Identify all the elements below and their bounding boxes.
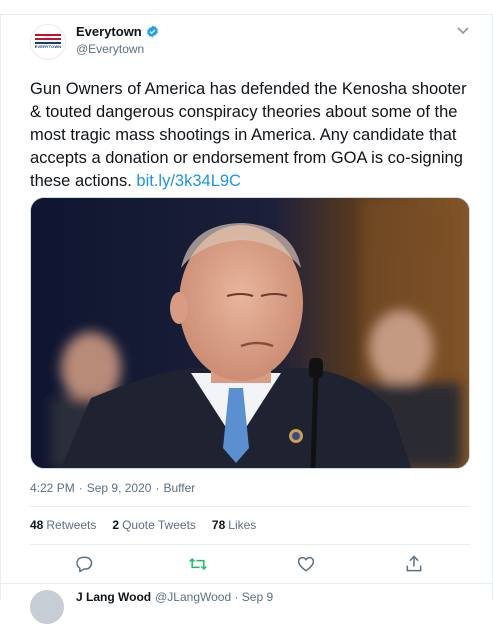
flag-logo-icon — [35, 34, 61, 44]
avatar[interactable]: EVERYTOWN — [30, 24, 66, 60]
tweet-photo[interactable] — [30, 197, 470, 469]
meta-dot: · — [155, 481, 160, 495]
likes-label: Likes — [228, 518, 257, 532]
tweet-card: EVERYTOWN Everytown @Everytown Gun Owner… — [0, 0, 493, 624]
share-icon[interactable] — [404, 554, 424, 574]
next-tweet-preview[interactable]: J Lang Wood @JLangWood · Sep 9 — [30, 590, 470, 624]
display-name[interactable]: Everytown — [76, 24, 142, 39]
heart-icon[interactable] — [296, 554, 316, 574]
retweets-stat[interactable]: 48 Retweets — [30, 518, 96, 532]
tweet-date[interactable]: Sep 9, 2020 — [87, 481, 152, 495]
reply-icon[interactable] — [74, 554, 94, 574]
likes-stat[interactable]: 78 Likes — [212, 518, 256, 532]
quote-tweets-stat[interactable]: 2 Quote Tweets — [112, 518, 196, 532]
likes-count: 78 — [211, 518, 226, 532]
next-handle[interactable]: @JLangWood — [155, 590, 231, 604]
tweet-meta: 4:22 PM · Sep 9, 2020 · Buffer — [30, 481, 195, 495]
card-left-border — [0, 14, 1, 600]
meta-dot: · — [78, 481, 83, 495]
tweet-header: EVERYTOWN Everytown @Everytown — [30, 22, 470, 62]
next-date[interactable]: Sep 9 — [242, 590, 273, 604]
verified-badge-icon — [146, 25, 158, 38]
quote-label: Quote Tweets — [122, 518, 196, 532]
tweet-body: Gun Owners of America has defended the K… — [30, 80, 467, 190]
quote-count: 2 — [112, 518, 120, 532]
avatar-logo-text: EVERYTOWN — [34, 44, 62, 49]
divider — [0, 583, 493, 584]
avatar[interactable] — [30, 590, 64, 624]
retweets-label: Retweets — [46, 518, 97, 532]
tweet-link[interactable]: bit.ly/3k34L9C — [136, 172, 241, 190]
next-tweet-header: J Lang Wood @JLangWood · Sep 9 — [76, 590, 274, 604]
next-display-name[interactable]: J Lang Wood — [76, 590, 151, 604]
chevron-down-icon[interactable] — [456, 26, 470, 36]
name-row: Everytown — [76, 24, 159, 39]
tweet-text: Gun Owners of America has defended the K… — [30, 78, 470, 193]
user-handle[interactable]: @Everytown — [76, 42, 144, 56]
photo-image — [31, 198, 469, 468]
tweet-stats: 48 Retweets 2 Quote Tweets 78 Likes — [30, 518, 256, 532]
card-top-border — [0, 14, 493, 15]
tweet-actions — [30, 552, 470, 576]
divider — [30, 506, 470, 507]
tweet-source[interactable]: Buffer — [163, 481, 195, 495]
retweet-icon[interactable] — [188, 554, 208, 574]
divider — [30, 544, 470, 545]
retweets-count: 48 — [30, 518, 44, 532]
tweet-time[interactable]: 4:22 PM — [30, 481, 75, 495]
